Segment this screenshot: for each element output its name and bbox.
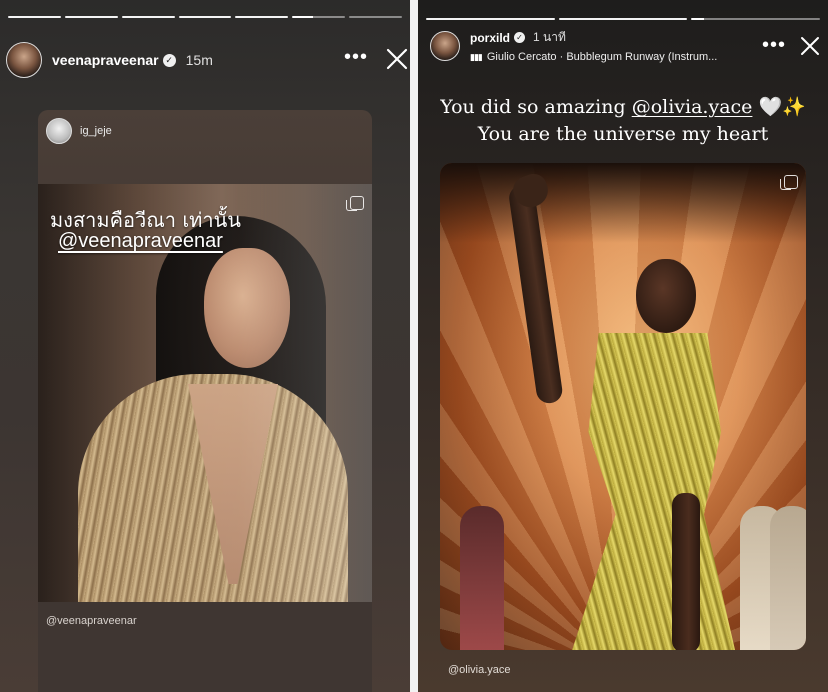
multiple-photos-icon (780, 175, 798, 190)
progress-segment (121, 16, 175, 18)
progress-segment (426, 18, 555, 20)
progress-segment (235, 16, 289, 18)
photo-leg (672, 493, 700, 650)
reposted-photo[interactable] (440, 163, 806, 650)
music-bars-icon: ▮▮▮ (470, 51, 483, 62)
header-text: porxild ✓ 1 นาที ▮▮▮ Giulio Cercato · Bu… (470, 28, 717, 63)
progress-segment (178, 16, 232, 18)
progress-segment (64, 16, 118, 18)
post-time: 15m (185, 52, 213, 68)
photo-background-figure (770, 506, 806, 650)
shared-post-avatar[interactable] (46, 118, 72, 144)
verified-badge-icon: ✓ (514, 32, 526, 43)
progress-segment-current (691, 18, 821, 20)
caption-mention[interactable]: @olivia.yace (632, 96, 753, 118)
shared-post-author[interactable]: ig_jeje (80, 125, 112, 137)
story-left[interactable]: veenapraveenar ✓ 15m ••• ig_jeje มงสามคื… (0, 0, 410, 692)
caption-emoji: 🤍✨ (752, 96, 806, 118)
progress-segment (8, 16, 61, 18)
caption-line-2: You are the universe my heart (477, 123, 769, 145)
story-right[interactable]: porxild ✓ 1 นาที ▮▮▮ Giulio Cercato · Bu… (418, 0, 828, 692)
photo-background-figure (460, 506, 504, 650)
verified-badge-icon: ✓ (162, 53, 176, 67)
close-icon[interactable] (386, 48, 408, 70)
shared-post-card[interactable]: ig_jeje มงสามคือวีณา เท่านั้น @veenaprav… (38, 110, 372, 692)
photo-top-shadow (440, 163, 806, 243)
music-track[interactable]: Giulio Cercato · Bubblegum Runway (Instr… (487, 51, 717, 63)
shared-post-header: ig_jeje (46, 118, 112, 144)
music-row[interactable]: ▮▮▮ Giulio Cercato · Bubblegum Runway (I… (470, 51, 717, 63)
header-top-row: porxild ✓ 1 นาที (470, 28, 717, 47)
story-caption: You did so amazing @olivia.yace 🤍✨ You a… (418, 94, 828, 148)
username[interactable]: porxild (470, 31, 510, 45)
story-progress-bar (8, 16, 403, 19)
avatar[interactable] (6, 42, 42, 78)
shared-post-photo[interactable]: มงสามคือวีณา เท่านั้น @veenapraveenar (38, 184, 372, 602)
post-time: 1 นาที (533, 30, 566, 44)
avatar[interactable] (430, 30, 460, 61)
more-options-icon[interactable]: ••• (344, 46, 368, 69)
progress-segment (349, 16, 403, 18)
shared-post-caption[interactable]: @veenapraveenar (46, 615, 137, 627)
story-progress-bar (426, 18, 821, 21)
username[interactable]: veenapraveenar (52, 52, 159, 68)
caption-line-1: You did so amazing @olivia.yace 🤍✨ (418, 94, 828, 121)
photo-overlay-mention[interactable]: @veenapraveenar (58, 230, 223, 253)
close-icon[interactable] (800, 36, 820, 56)
progress-segment-current (292, 16, 346, 18)
multiple-photos-icon (346, 196, 364, 211)
photo-head (636, 259, 696, 333)
progress-segment (558, 18, 688, 20)
reposted-photo-caption[interactable]: @olivia.yace (448, 664, 511, 676)
more-options-icon[interactable]: ••• (762, 34, 786, 57)
caption-text-prefix: You did so amazing (440, 96, 632, 118)
